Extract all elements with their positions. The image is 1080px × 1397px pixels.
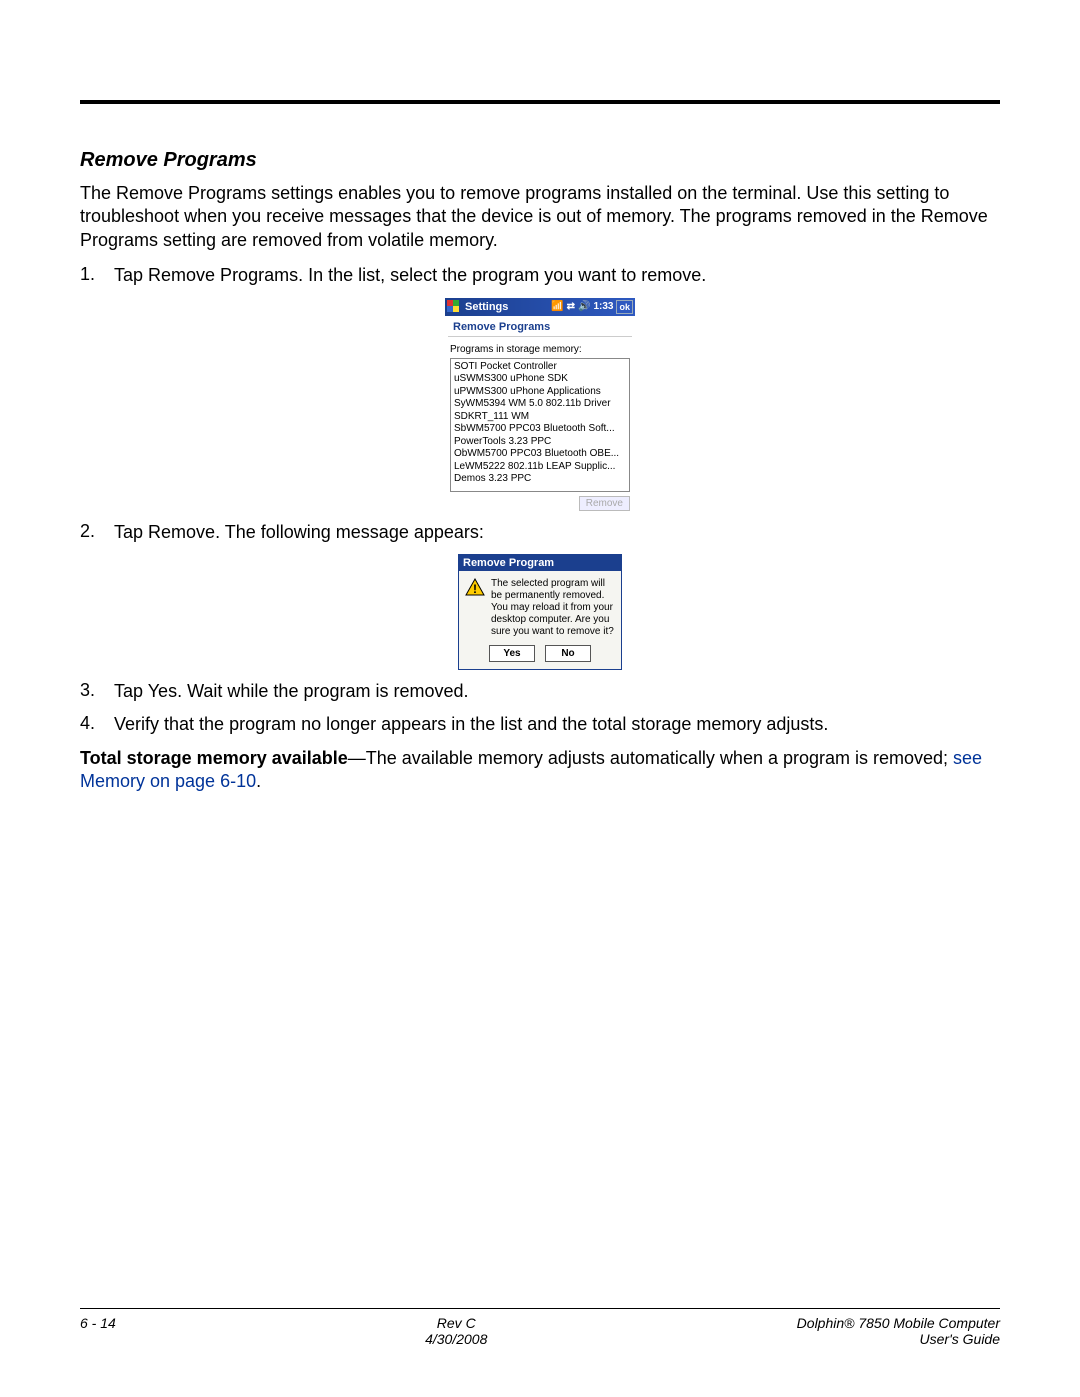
intro-paragraph: The Remove Programs settings enables you… bbox=[80, 182, 1000, 252]
list-item[interactable]: PowerTools 3.23 PPC bbox=[454, 436, 626, 449]
signal-icon: 📶 bbox=[551, 301, 563, 312]
dialog-message: The selected program will be permanently… bbox=[491, 578, 615, 638]
remove-button[interactable]: Remove bbox=[579, 496, 630, 511]
page-footer: 6 - 14 Rev C 4/30/2008 Dolphin® 7850 Mob… bbox=[80, 1308, 1000, 1347]
no-button[interactable]: No bbox=[545, 645, 591, 662]
step-1: 1. Tap Remove Programs. In the list, sel… bbox=[80, 264, 1000, 287]
step-text: Verify that the program no longer appear… bbox=[114, 713, 828, 736]
yes-button[interactable]: Yes bbox=[489, 645, 535, 662]
step-number: 4. bbox=[80, 713, 114, 736]
step-text: Tap Remove Programs. In the list, select… bbox=[114, 264, 706, 287]
screenshot-confirm-dialog: Remove Program ! The selected program wi… bbox=[458, 554, 622, 670]
step-number: 1. bbox=[80, 264, 114, 287]
svg-text:!: ! bbox=[473, 582, 477, 596]
programs-label: Programs in storage memory: bbox=[445, 337, 635, 358]
remove-programs-subhead: Remove Programs bbox=[448, 316, 632, 337]
wm-title: Settings bbox=[465, 301, 508, 313]
footer-page-number: 6 - 14 bbox=[80, 1315, 116, 1347]
wm-time: 1:33 bbox=[593, 301, 613, 312]
top-rule bbox=[80, 100, 1000, 104]
step-3: 3. Tap Yes. Wait while the program is re… bbox=[80, 680, 1000, 703]
footer-doc-title: Dolphin® 7850 Mobile Computer bbox=[797, 1315, 1000, 1331]
programs-listbox[interactable]: SOTI Pocket Controller uSWMS300 uPhone S… bbox=[450, 358, 630, 492]
sync-icon: ⇄ bbox=[567, 301, 575, 312]
warning-icon: ! bbox=[465, 578, 485, 596]
footer-doc-subtitle: User's Guide bbox=[797, 1331, 1000, 1347]
section-heading: Remove Programs bbox=[80, 149, 1000, 172]
footer-date: 4/30/2008 bbox=[425, 1331, 487, 1347]
ok-button[interactable]: ok bbox=[616, 300, 633, 314]
screenshot-remove-programs: Settings 📶 ⇄ 🔊 1:33 ok Remove Programs P… bbox=[445, 298, 635, 511]
list-item[interactable]: uSWMS300 uPhone SDK bbox=[454, 373, 626, 386]
step-2: 2. Tap Remove. The following message app… bbox=[80, 521, 1000, 544]
step-4: 4. Verify that the program no longer app… bbox=[80, 713, 1000, 736]
step-number: 3. bbox=[80, 680, 114, 703]
list-item[interactable]: Demos 3.23 PPC bbox=[454, 473, 626, 486]
final-paragraph: Total storage memory available—The avail… bbox=[80, 747, 1000, 794]
list-item[interactable]: uPWMS300 uPhone Applications bbox=[454, 386, 626, 399]
list-item[interactable]: SyWM5394 WM 5.0 802.11b Driver bbox=[454, 398, 626, 411]
wm-titlebar: Settings 📶 ⇄ 🔊 1:33 ok bbox=[445, 298, 635, 316]
start-flag-icon bbox=[447, 300, 461, 313]
step-text: Tap Remove. The following message appear… bbox=[114, 521, 484, 544]
list-item[interactable]: SOTI Pocket Controller bbox=[454, 361, 626, 374]
list-item[interactable]: LeWM5222 802.11b LEAP Supplic... bbox=[454, 461, 626, 474]
step-number: 2. bbox=[80, 521, 114, 544]
footer-rev: Rev C bbox=[425, 1315, 487, 1331]
list-item[interactable]: ObWM5700 PPC03 Bluetooth OBE... bbox=[454, 448, 626, 461]
step-text: Tap Yes. Wait while the program is remov… bbox=[114, 680, 469, 703]
list-item[interactable]: SDKRT_111 WM bbox=[454, 411, 626, 424]
speaker-icon: 🔊 bbox=[578, 301, 590, 312]
list-item[interactable]: SbWM5700 PPC03 Bluetooth Soft... bbox=[454, 423, 626, 436]
dialog-title: Remove Program bbox=[459, 555, 621, 571]
